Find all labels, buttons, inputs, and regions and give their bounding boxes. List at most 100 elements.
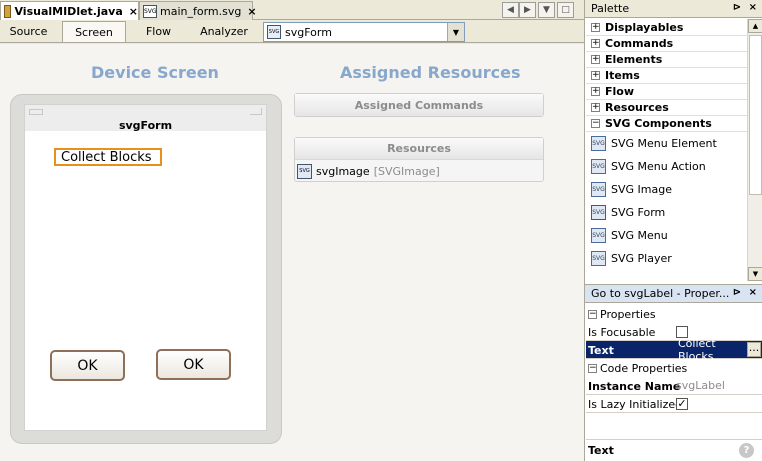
svg-form-icon: SVG (267, 25, 281, 39)
collapse-icon[interactable]: − (591, 119, 600, 128)
palette-item-svg-menu-action[interactable]: SVG SVG Menu Action (586, 155, 747, 178)
form-select-value: svgForm (285, 25, 332, 39)
svg-file-icon: SVG (143, 4, 157, 18)
prop-label: Text (588, 344, 614, 357)
item-label: SVG Player (611, 252, 672, 265)
tab-visualmidlet-java[interactable]: VisualMIDlet.java × (0, 1, 139, 21)
editor-area: VisualMIDlet.java × SVG main_form.svg × … (0, 0, 584, 461)
view-toolbar: Source Screen Flow Analyzer SVG svgForm … (0, 20, 584, 43)
category-displayables[interactable]: + Displayables (586, 20, 747, 36)
scroll-left-icon[interactable]: ◀ (502, 2, 519, 18)
resource-type: [SVGImage] (373, 164, 440, 178)
item-label: SVG Menu (611, 229, 668, 242)
lazy-field[interactable]: ✓ (676, 395, 688, 412)
svg-image-icon: SVG (297, 163, 312, 179)
properties-panel: Go to svgLabel - Proper... ⊳ × − Properti… (584, 284, 762, 461)
expand-icon[interactable]: + (591, 103, 600, 112)
properties-header: Go to svgLabel - Proper... ⊳ × (585, 285, 762, 303)
expand-icon[interactable]: + (591, 39, 600, 48)
scroll-down-icon[interactable]: ▼ (748, 267, 762, 281)
expand-icon[interactable]: + (591, 71, 600, 80)
tab-list-icon[interactable]: ▼ (538, 2, 555, 18)
row-lazy-initialized: Is Lazy Initialized ✓ (586, 395, 762, 413)
palette-item-svg-menu-element[interactable]: SVG SVG Menu Element (586, 132, 747, 155)
file-tab-bar: VisualMIDlet.java × SVG main_form.svg × … (0, 0, 584, 21)
maximize-icon[interactable]: □ (557, 2, 574, 18)
palette-item-svg-form[interactable]: SVG SVG Form (586, 201, 747, 224)
palette-item-svg-player[interactable]: SVG SVG Player (586, 247, 747, 270)
collapse-icon[interactable]: − (588, 309, 597, 319)
tab-screen[interactable]: Screen (62, 21, 126, 42)
chevron-down-icon[interactable]: ▼ (447, 23, 464, 41)
properties-footer: Text ? (586, 439, 762, 461)
category-resources[interactable]: + Resources (586, 100, 747, 116)
expand-icon[interactable]: + (591, 23, 600, 32)
panel-controls[interactable]: ⊳ × (733, 287, 759, 298)
item-label: SVG Form (611, 206, 666, 219)
instance-name-value[interactable]: svgLabel (676, 377, 725, 394)
svg-menu-action-icon: SVG (591, 159, 606, 174)
device-screen: svgForm Collect Blocks OK OK (24, 104, 267, 431)
category-commands[interactable]: + Commands (586, 36, 747, 52)
category-flow[interactable]: + Flow (586, 84, 747, 100)
assigned-resources-title: Assigned Resources (340, 63, 521, 82)
text-value-field[interactable]: Collect Blocks (676, 337, 746, 363)
close-icon[interactable]: × (247, 5, 256, 18)
group-label: Properties (600, 307, 656, 321)
palette-scrollbar[interactable]: ▲ ▼ (747, 19, 762, 281)
assigned-commands-header: Assigned Commands (295, 94, 543, 116)
row-text[interactable]: Text Collect Blocks ... (586, 337, 762, 363)
resources-panel: Resources SVG svgImage [SVGImage] (294, 137, 544, 182)
ok-button-left[interactable]: OK (50, 350, 125, 381)
close-icon[interactable]: × (129, 5, 138, 18)
tab-flow[interactable]: Flow (130, 21, 187, 42)
category-label: Elements (605, 53, 663, 66)
ok-button-right[interactable]: OK (156, 349, 231, 380)
category-label: Resources (605, 101, 669, 114)
tab-label: VisualMIDlet.java (14, 5, 123, 18)
help-icon[interactable]: ? (739, 443, 754, 458)
expand-icon[interactable]: + (591, 87, 600, 96)
group-code-properties[interactable]: − Code Properties (586, 359, 762, 377)
java-file-icon (4, 5, 12, 18)
tab-analyzer[interactable]: Analyzer (192, 21, 256, 42)
expand-icon[interactable]: + (591, 55, 600, 64)
category-label: Items (605, 69, 640, 82)
scroll-up-icon[interactable]: ▲ (748, 19, 762, 33)
svg-form-icon: SVG (591, 205, 606, 220)
item-label: SVG Menu Action (611, 160, 706, 173)
scroll-thumb[interactable] (749, 35, 762, 195)
text-edit-button[interactable]: ... (747, 342, 761, 357)
signal-icon (250, 108, 262, 115)
palette-item-svg-menu[interactable]: SVG SVG Menu (586, 224, 747, 247)
svg-label-collect-blocks[interactable]: Collect Blocks (54, 148, 162, 166)
prop-label: Is Lazy Initialized (588, 398, 683, 411)
form-select[interactable]: SVG svgForm ▼ (263, 22, 465, 42)
screen-title: svgForm (118, 119, 173, 132)
group-properties[interactable]: − Properties (586, 305, 762, 323)
category-elements[interactable]: + Elements (586, 52, 747, 68)
row-instance-name: Instance Name svgLabel (586, 377, 762, 395)
prop-label: Instance Name (588, 380, 681, 393)
panel-controls[interactable]: ⊳ × (733, 2, 759, 13)
svg-image-icon: SVG (591, 182, 606, 197)
device-screen-title: Device Screen (91, 63, 219, 82)
collapse-icon[interactable]: − (588, 363, 597, 373)
resource-item[interactable]: SVG svgImage [SVGImage] (297, 162, 440, 180)
tab-label: main_form.svg (160, 4, 242, 18)
tab-source[interactable]: Source (0, 21, 57, 42)
category-label: Commands (605, 37, 674, 50)
item-label: SVG Menu Element (611, 137, 717, 150)
resources-header: Resources (295, 138, 543, 160)
category-items[interactable]: + Items (586, 68, 747, 84)
svg-menu-element-icon: SVG (591, 136, 606, 151)
scroll-right-icon[interactable]: ▶ (519, 2, 536, 18)
tab-main-form-svg[interactable]: SVG main_form.svg × (139, 1, 257, 20)
palette-header: Palette ⊳ × (585, 0, 762, 18)
palette-title: Palette (591, 2, 630, 15)
properties-title: Go to svgLabel - Proper... (591, 287, 730, 300)
lazy-checkbox[interactable]: ✓ (676, 397, 688, 410)
category-svg-components[interactable]: − SVG Components (586, 116, 747, 132)
palette-item-svg-image[interactable]: SVG SVG Image (586, 178, 747, 201)
footer-label: Text (588, 444, 614, 457)
